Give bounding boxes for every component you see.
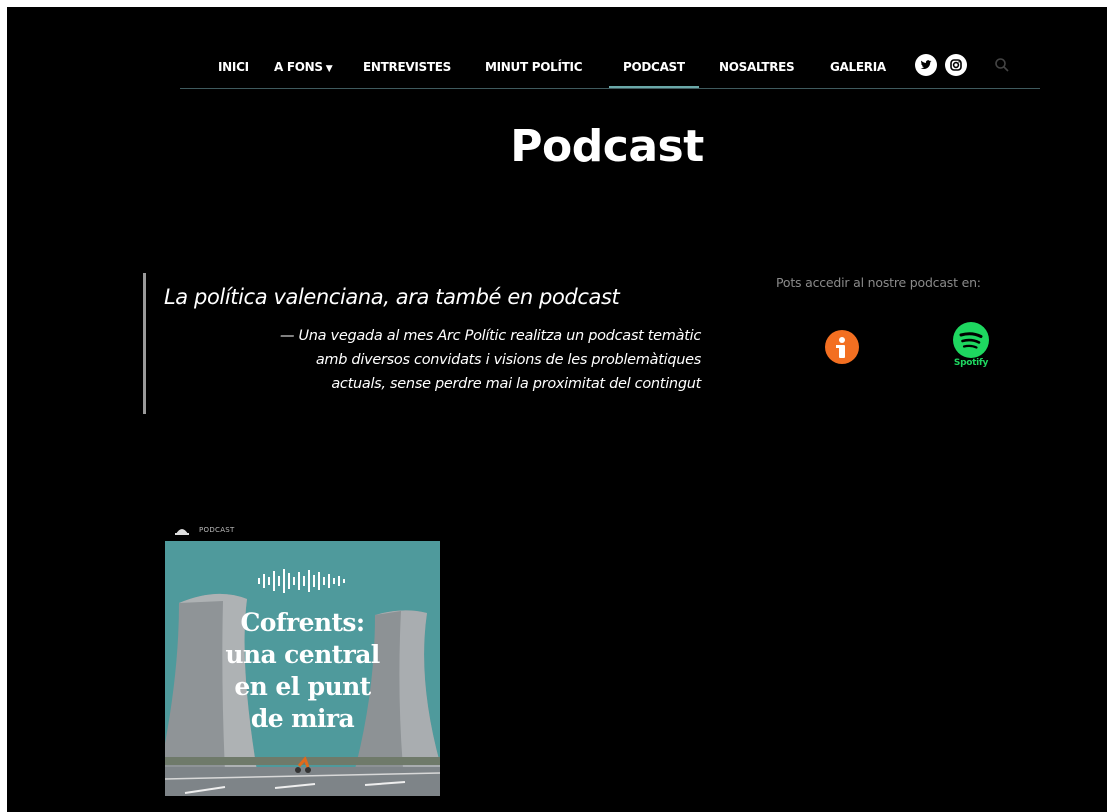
card-title-line: de mira	[250, 704, 355, 733]
nav-item-a-fons-label: A FONS	[274, 60, 323, 74]
spotify-label: Spotify	[953, 358, 989, 368]
quote-line: actuals, sense perdre mai la proximitat …	[331, 376, 701, 392]
instagram-icon[interactable]	[945, 54, 967, 76]
twitter-icon[interactable]	[915, 54, 937, 76]
podcast-category-icon	[175, 529, 189, 535]
ivoox-icon	[836, 337, 845, 358]
quote-heading: La política valenciana, ara també en pod…	[164, 285, 620, 309]
quote-line: — Una vegada al mes Arc Polític realitza…	[279, 328, 701, 344]
nav-item-nosaltres[interactable]: NOSALTRES	[719, 60, 795, 74]
quote-line: amb diversos convidats i visions de les …	[315, 352, 701, 368]
chevron-down-icon: ▼	[325, 64, 333, 74]
ivoox-link[interactable]	[825, 330, 859, 364]
card-category-label: PODCAST	[199, 526, 235, 534]
podcast-episode-card[interactable]: Cofrents: una central en el punt de mira	[165, 541, 440, 796]
nav-item-galeria[interactable]: GALERIA	[830, 60, 886, 74]
search-icon[interactable]	[993, 56, 1011, 74]
spotify-link[interactable]: Spotify	[949, 320, 999, 372]
nav-item-minut-politic[interactable]: MINUT POLÍTIC	[485, 60, 583, 74]
quote-text: — Una vegada al mes Arc Polític realitza…	[161, 324, 701, 396]
nav-item-entrevistes[interactable]: ENTREVISTES	[363, 60, 451, 74]
nav-item-inici[interactable]: INICI	[218, 60, 249, 74]
window-frame: INICI A FONS ▼ ENTREVISTES MINUT POLÍTIC …	[0, 0, 1114, 812]
spotify-icon	[953, 322, 989, 358]
intro-quote: La política valenciana, ara també en pod…	[143, 273, 706, 414]
main-nav: INICI A FONS ▼ ENTREVISTES MINUT POLÍTIC …	[180, 51, 1040, 89]
nav-item-a-fons[interactable]: A FONS ▼	[274, 60, 333, 74]
card-title-line: una central	[225, 640, 380, 669]
card-title: Cofrents: una central en el punt de mira	[165, 607, 440, 735]
nav-item-podcast[interactable]: PODCAST	[609, 60, 699, 88]
card-title-line: Cofrents:	[240, 608, 365, 637]
podcast-access-label: Pots accedir al nostre podcast en:	[776, 275, 981, 290]
page-title: Podcast	[510, 121, 704, 172]
card-title-line: en el punt	[234, 672, 371, 701]
page: INICI A FONS ▼ ENTREVISTES MINUT POLÍTIC …	[7, 7, 1107, 812]
